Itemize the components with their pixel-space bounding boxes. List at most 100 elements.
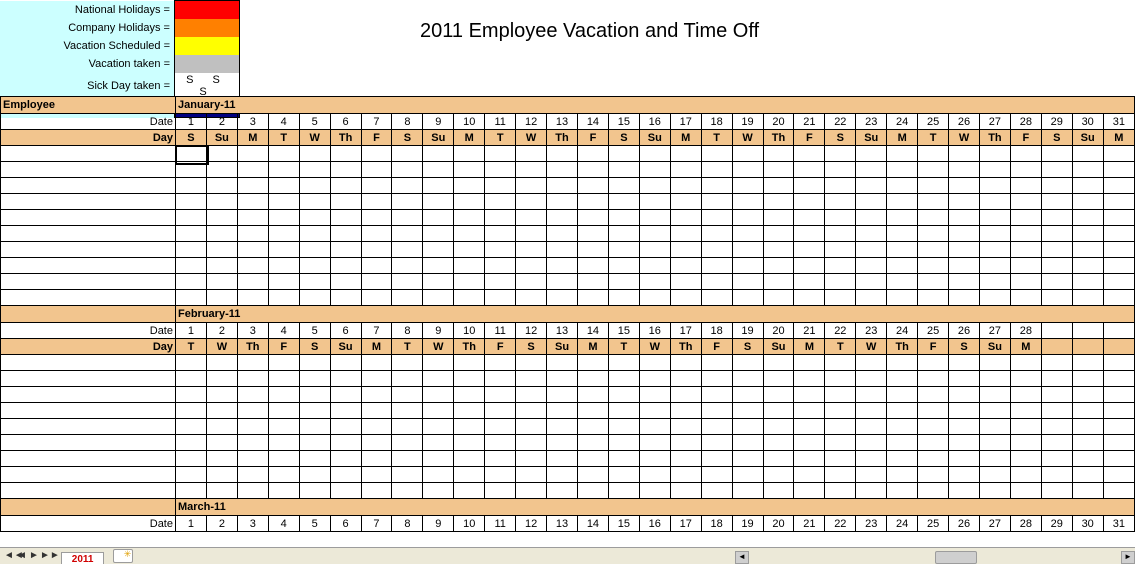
grid-cell[interactable]	[887, 403, 918, 419]
grid-cell[interactable]	[1103, 467, 1134, 483]
grid-cell[interactable]	[547, 451, 578, 467]
grid-cell[interactable]	[516, 194, 547, 210]
grid-cell[interactable]	[577, 258, 608, 274]
grid-cell[interactable]	[237, 162, 268, 178]
grid-cell[interactable]	[547, 467, 578, 483]
grid-cell[interactable]	[547, 210, 578, 226]
grid-cell[interactable]	[1103, 290, 1134, 306]
grid-cell[interactable]	[979, 451, 1010, 467]
grid-cell[interactable]	[918, 387, 949, 403]
grid-cell[interactable]	[608, 274, 639, 290]
grid-cell[interactable]	[639, 194, 670, 210]
grid-cell[interactable]	[176, 178, 207, 194]
grid-cell[interactable]	[979, 419, 1010, 435]
tab-nav-first-icon[interactable]: ◄◄	[4, 550, 16, 561]
grid-cell[interactable]	[825, 403, 856, 419]
grid-cell[interactable]	[1041, 210, 1072, 226]
grid-cell[interactable]	[701, 146, 732, 162]
grid-cell[interactable]	[732, 403, 763, 419]
grid-cell[interactable]	[423, 162, 454, 178]
grid-cell[interactable]	[268, 371, 299, 387]
grid-cell[interactable]	[763, 451, 794, 467]
grid-cell[interactable]	[330, 242, 361, 258]
grid-cell[interactable]	[639, 387, 670, 403]
grid-cell[interactable]	[701, 387, 732, 403]
grid-cell[interactable]	[1010, 403, 1041, 419]
grid-cell[interactable]	[763, 403, 794, 419]
grid-cell[interactable]	[268, 451, 299, 467]
grid-cell[interactable]	[794, 226, 825, 242]
grid-cell[interactable]	[361, 403, 392, 419]
grid-cell[interactable]	[856, 371, 887, 387]
grid-cell[interactable]	[979, 290, 1010, 306]
grid-cell[interactable]	[701, 274, 732, 290]
grid-cell[interactable]	[1072, 371, 1103, 387]
grid-cell[interactable]	[1010, 419, 1041, 435]
grid-cell[interactable]	[237, 226, 268, 242]
grid-cell[interactable]	[918, 467, 949, 483]
grid-cell[interactable]	[732, 258, 763, 274]
grid-cell[interactable]	[423, 194, 454, 210]
grid-cell[interactable]	[825, 178, 856, 194]
grid-cell[interactable]	[330, 467, 361, 483]
employee-cell[interactable]	[1, 194, 176, 210]
grid-cell[interactable]	[670, 162, 701, 178]
grid-cell[interactable]	[732, 387, 763, 403]
grid-cell[interactable]	[701, 258, 732, 274]
grid-cell[interactable]	[1041, 371, 1072, 387]
grid-cell[interactable]	[732, 435, 763, 451]
grid-cell[interactable]	[176, 242, 207, 258]
grid-cell[interactable]	[299, 194, 330, 210]
grid-cell[interactable]	[639, 467, 670, 483]
grid-cell[interactable]	[1041, 290, 1072, 306]
grid-cell[interactable]	[299, 242, 330, 258]
grid-cell[interactable]	[1041, 387, 1072, 403]
grid-cell[interactable]	[577, 467, 608, 483]
grid-cell[interactable]	[1010, 178, 1041, 194]
grid-cell[interactable]	[299, 403, 330, 419]
grid-cell[interactable]	[392, 226, 423, 242]
grid-cell[interactable]	[825, 210, 856, 226]
grid-cell[interactable]	[361, 483, 392, 499]
grid-cell[interactable]	[1010, 467, 1041, 483]
grid-cell[interactable]	[1010, 387, 1041, 403]
grid-cell[interactable]	[794, 210, 825, 226]
grid-cell[interactable]	[547, 419, 578, 435]
grid-cell[interactable]	[701, 419, 732, 435]
grid-cell[interactable]	[825, 146, 856, 162]
grid-cell[interactable]	[237, 290, 268, 306]
grid-cell[interactable]	[1072, 467, 1103, 483]
grid-cell[interactable]	[299, 210, 330, 226]
grid-cell[interactable]	[1010, 226, 1041, 242]
grid-cell[interactable]	[670, 242, 701, 258]
grid-cell[interactable]	[547, 226, 578, 242]
grid-cell[interactable]	[949, 451, 980, 467]
grid-cell[interactable]	[1103, 194, 1134, 210]
grid-cell[interactable]	[206, 290, 237, 306]
grid-cell[interactable]	[608, 258, 639, 274]
grid-cell[interactable]	[918, 355, 949, 371]
grid-cell[interactable]	[979, 355, 1010, 371]
grid-cell[interactable]	[949, 290, 980, 306]
grid-cell[interactable]	[299, 146, 330, 162]
grid-cell[interactable]	[887, 435, 918, 451]
employee-cell[interactable]	[1, 226, 176, 242]
grid-cell[interactable]	[979, 435, 1010, 451]
grid-cell[interactable]	[1103, 178, 1134, 194]
grid-cell[interactable]	[1010, 435, 1041, 451]
grid-cell[interactable]	[330, 290, 361, 306]
grid-cell[interactable]	[237, 355, 268, 371]
grid-cell[interactable]	[825, 451, 856, 467]
grid-cell[interactable]	[639, 258, 670, 274]
grid-cell[interactable]	[485, 371, 516, 387]
grid-cell[interactable]	[763, 178, 794, 194]
grid-cell[interactable]	[206, 467, 237, 483]
grid-cell[interactable]	[949, 242, 980, 258]
grid-cell[interactable]	[1041, 226, 1072, 242]
grid-cell[interactable]	[639, 403, 670, 419]
grid-cell[interactable]	[639, 178, 670, 194]
grid-cell[interactable]	[670, 435, 701, 451]
grid-cell[interactable]	[1103, 258, 1134, 274]
grid-cell[interactable]	[639, 451, 670, 467]
grid-cell[interactable]	[887, 178, 918, 194]
